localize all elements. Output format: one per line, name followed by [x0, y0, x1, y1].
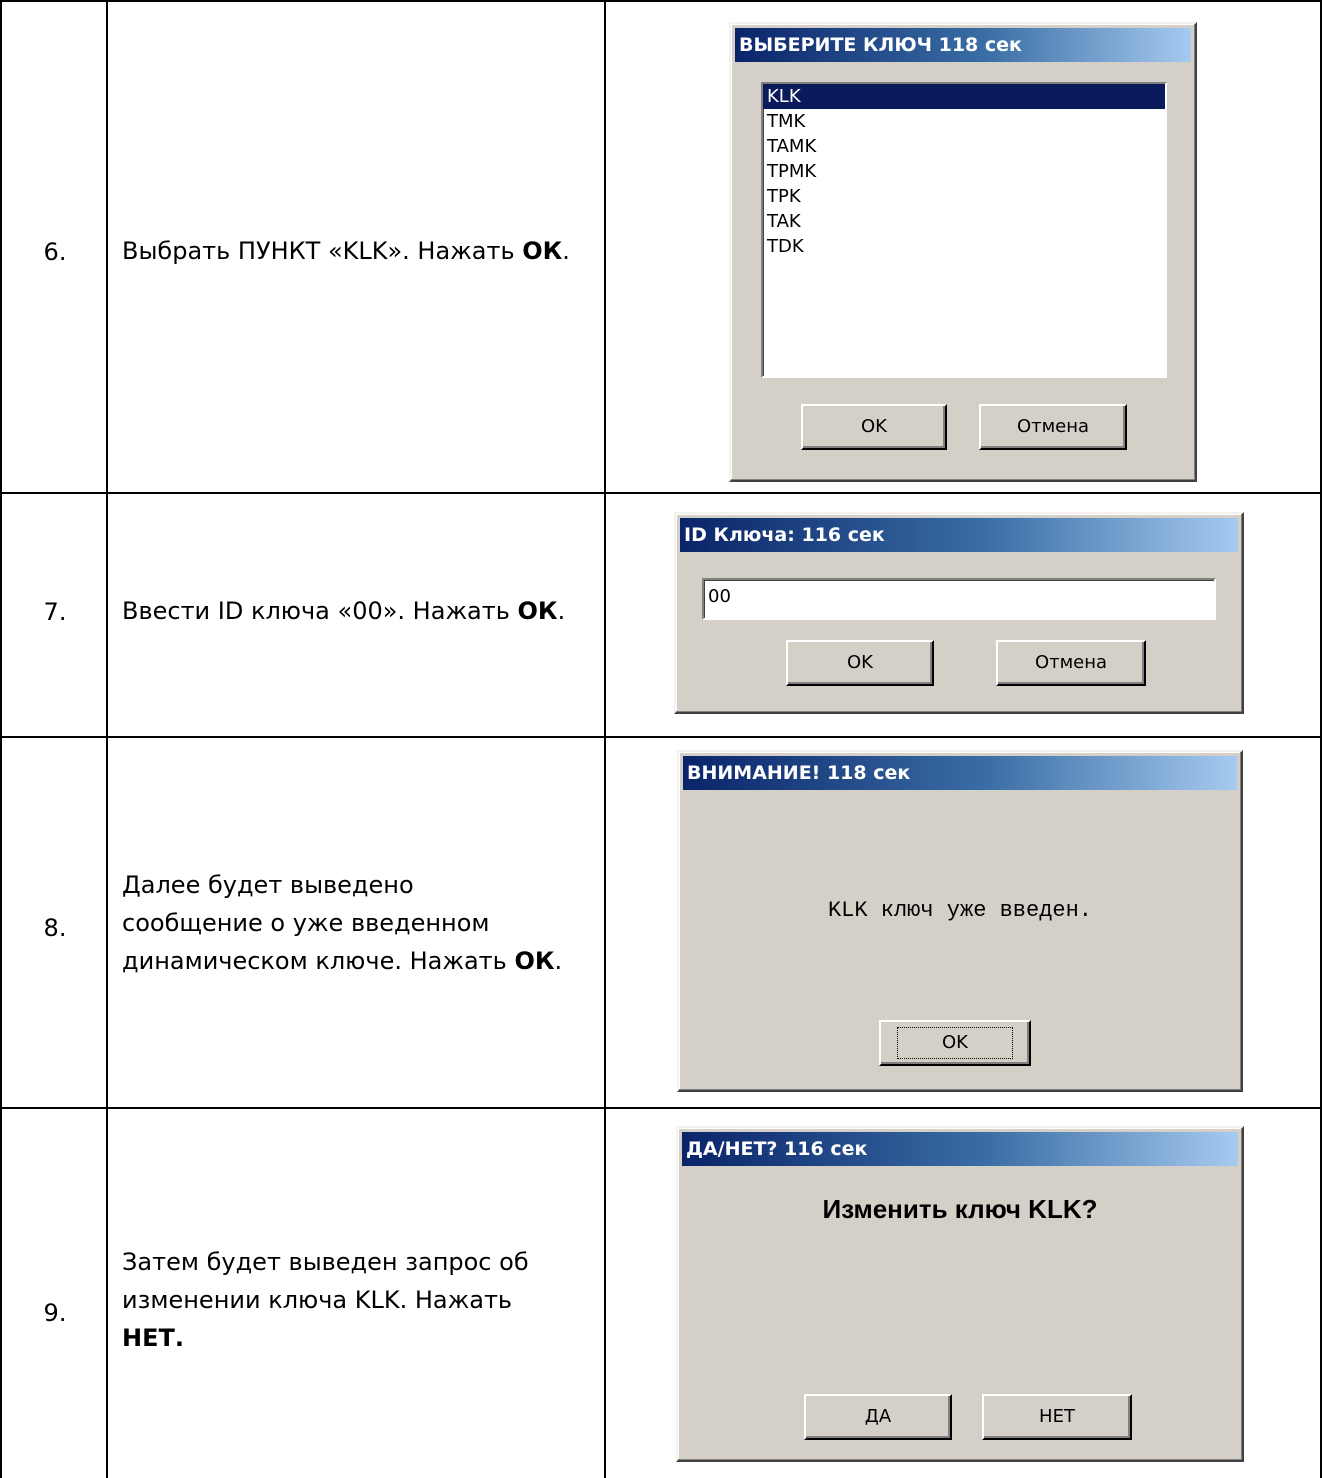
- ok-button[interactable]: OK: [801, 404, 947, 450]
- list-item-tak[interactable]: TAK: [763, 209, 1165, 234]
- key-list[interactable]: KLK TMK TAMK TPMK TPK TAK TDK: [761, 82, 1167, 378]
- key-id-dialog: ID Ключа: 116 сек 00 OK Отмена: [674, 512, 1244, 714]
- dialog-title: ВЫБЕРИТЕ КЛЮЧ 118 сек: [735, 28, 1191, 62]
- step-description: Ввести ID ключа «00». Нажать ОК.: [122, 597, 566, 625]
- list-item-tmk[interactable]: TMK: [763, 109, 1165, 134]
- list-item-tpmk[interactable]: TPMK: [763, 159, 1165, 184]
- dialog-title: ДА/НЕТ? 116 сек: [682, 1132, 1238, 1166]
- list-item-klk[interactable]: KLK: [763, 84, 1165, 109]
- dialog-title: ВНИМАНИЕ! 118 сек: [683, 756, 1237, 790]
- key-id-input[interactable]: 00: [702, 578, 1216, 620]
- yes-button[interactable]: ДА: [804, 1394, 952, 1440]
- row-divider-3: [0, 1107, 1322, 1109]
- step-number: 7.: [43, 598, 67, 626]
- ok-button[interactable]: OK: [786, 640, 934, 686]
- step-description: Далее будет выведено сообщение о уже вве…: [122, 871, 563, 975]
- step-number: 6.: [43, 238, 67, 266]
- warning-dialog: ВНИМАНИЕ! 118 сек KLK ключ уже введен. O…: [677, 750, 1243, 1092]
- step-description: Выбрать ПУНКТ «KLK». Нажать ОК.: [122, 237, 570, 265]
- table-border-left: [0, 0, 2, 1478]
- list-item-tpk[interactable]: TPK: [763, 184, 1165, 209]
- cancel-button[interactable]: Отмена: [996, 640, 1146, 686]
- table-divider-2: [604, 0, 606, 1478]
- list-item-tamk[interactable]: TAMK: [763, 134, 1165, 159]
- dialog-message: KLK ключ уже введен.: [827, 898, 1093, 923]
- no-button[interactable]: НЕТ: [982, 1394, 1132, 1440]
- row-divider-2: [0, 736, 1322, 738]
- step-number: 9.: [43, 1299, 67, 1327]
- dialog-title: ID Ключа: 116 сек: [680, 518, 1238, 552]
- ok-button[interactable]: OK: [879, 1020, 1031, 1066]
- select-key-dialog: ВЫБЕРИТЕ КЛЮЧ 118 сек KLK TMK TAMK TPMK …: [729, 22, 1197, 482]
- cancel-button[interactable]: Отмена: [979, 404, 1127, 450]
- dialog-message: Изменить ключ KLK?: [822, 1194, 1098, 1224]
- step-number: 8.: [43, 914, 67, 942]
- row-divider-1: [0, 492, 1322, 494]
- table-divider-1: [106, 0, 108, 1478]
- confirm-dialog: ДА/НЕТ? 116 сек Изменить ключ KLK? ДА НЕ…: [676, 1126, 1244, 1462]
- table-border-top: [0, 0, 1322, 2]
- step-description: Затем будет выведен запрос об изменении …: [122, 1248, 529, 1352]
- list-item-tdk[interactable]: TDK: [763, 234, 1165, 259]
